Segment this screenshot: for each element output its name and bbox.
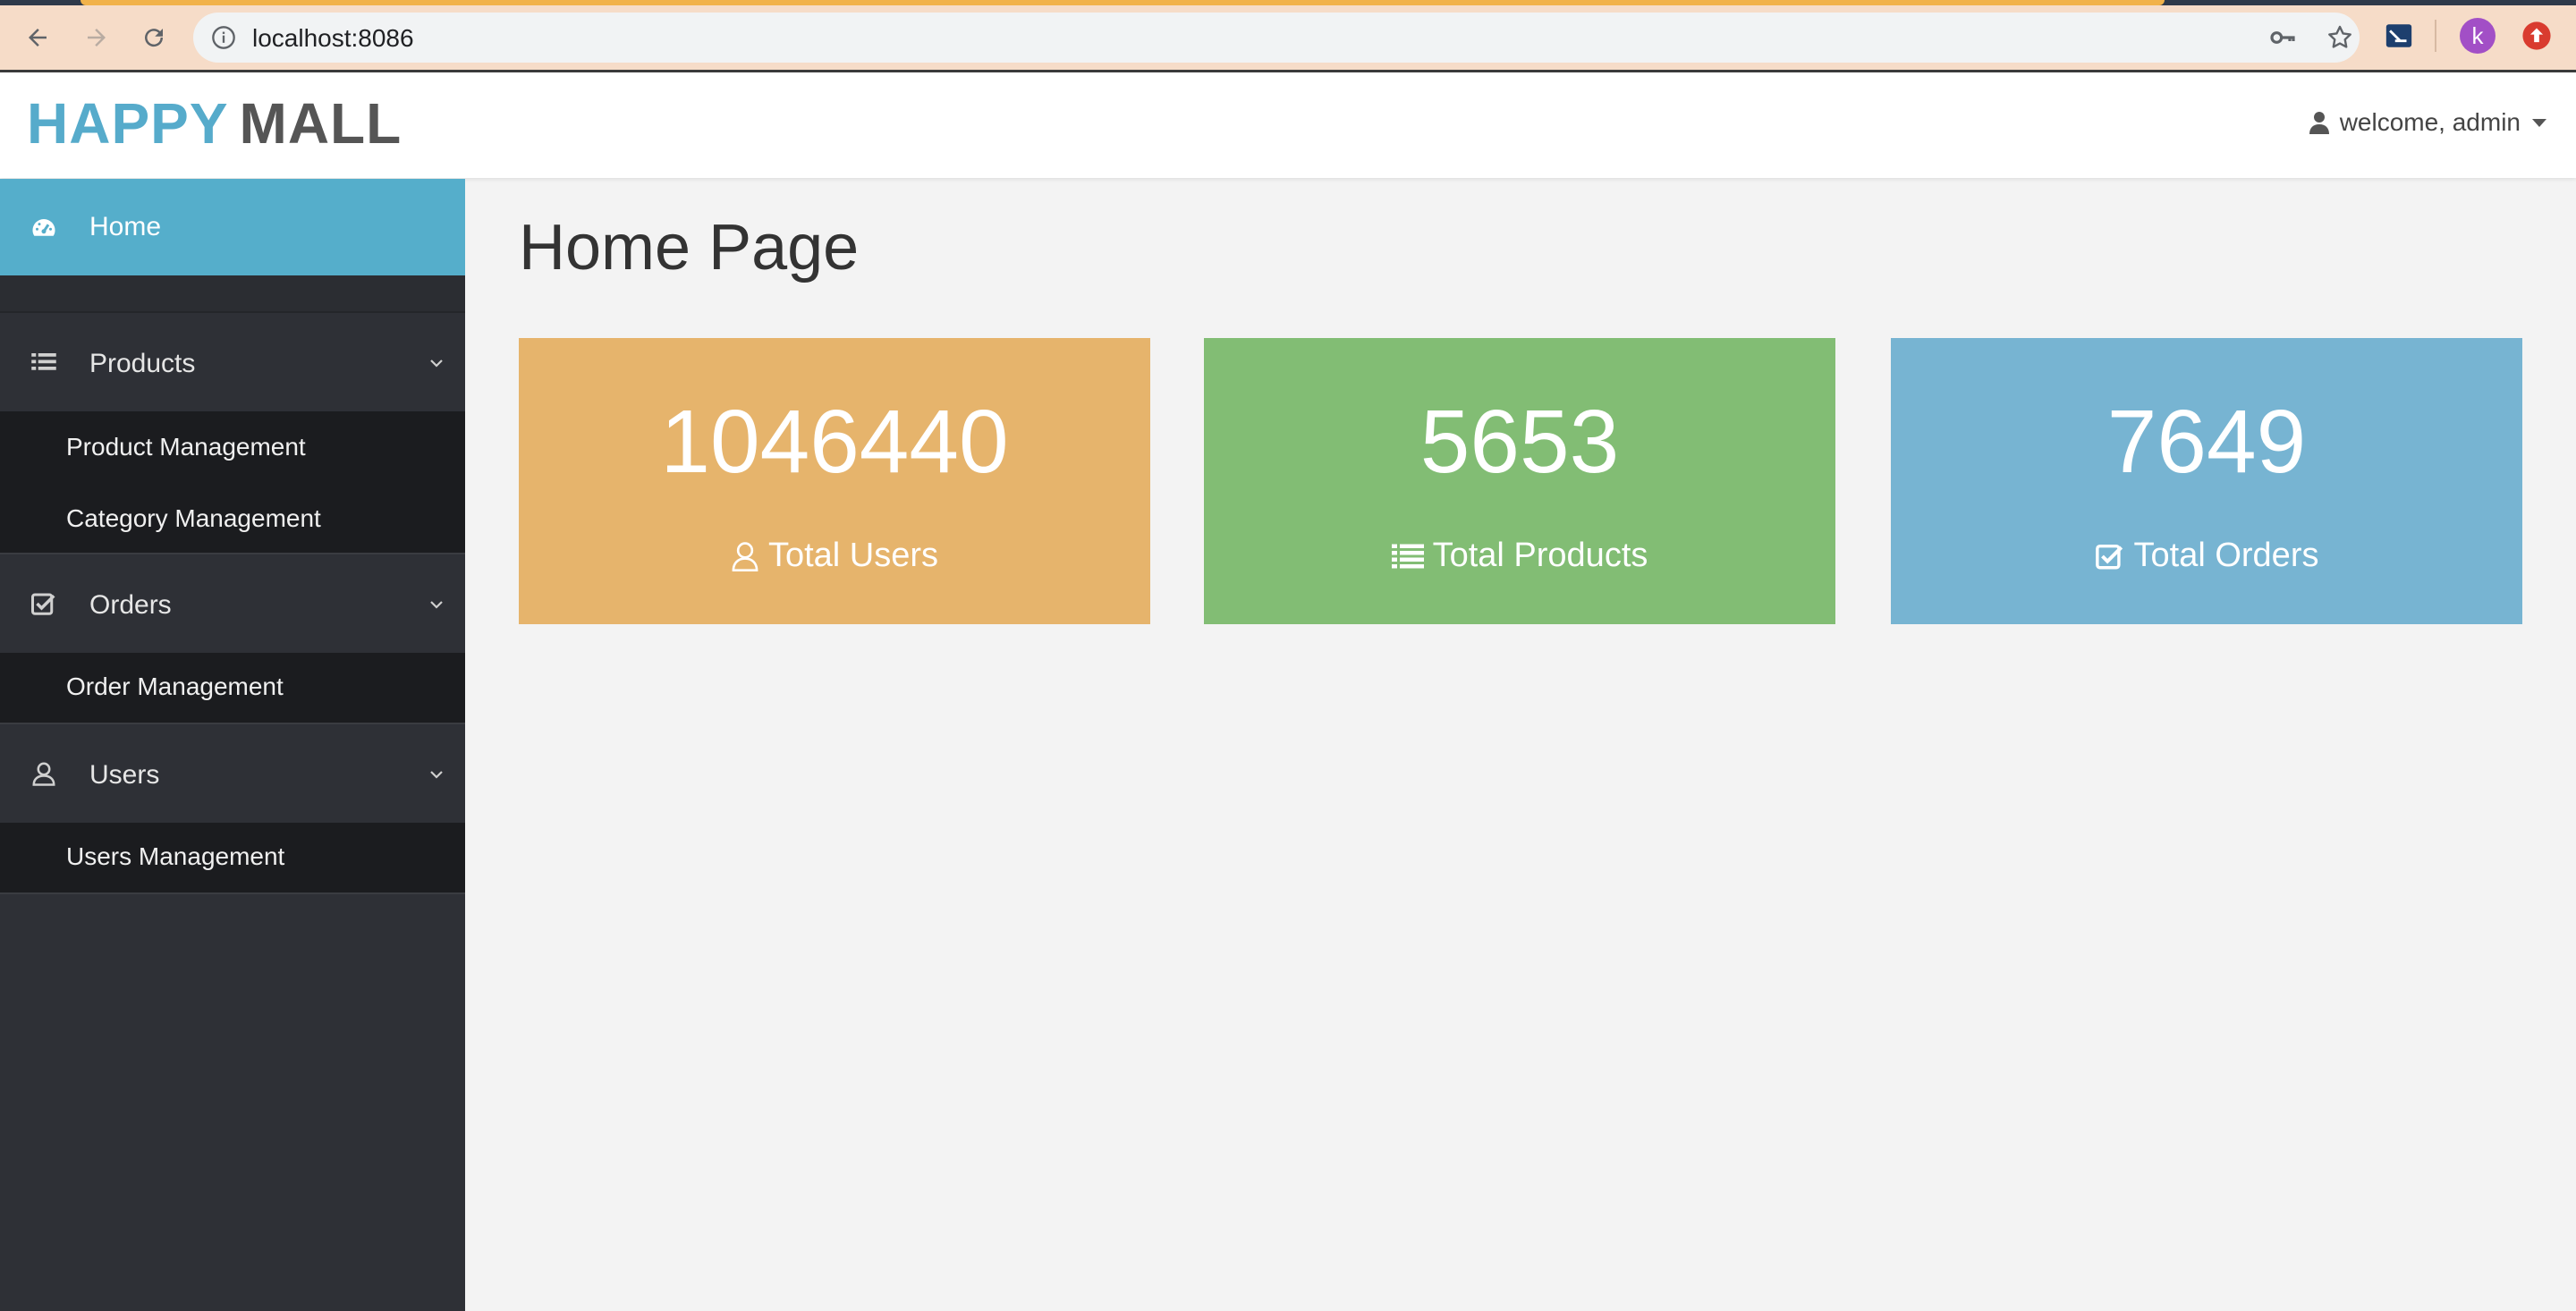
page-load-progress	[80, 0, 2165, 5]
extension-image-icon	[2385, 24, 2412, 47]
stat-label-orders-text: Total Orders	[2133, 537, 2319, 574]
profile-avatar[interactable]: k	[2460, 18, 2496, 54]
stat-card-products[interactable]: 5653 Total Products	[1204, 338, 1835, 624]
sidebar-item-orders-label: Orders	[89, 590, 172, 620]
list-icon	[31, 353, 56, 370]
page-load-indicator	[0, 0, 2576, 5]
arrow-left-icon	[29, 29, 47, 47]
sidebar-item-users-management[interactable]: Users Management	[66, 842, 284, 871]
user-dropdown[interactable]: welcome, admin	[2309, 108, 2547, 137]
user-icon	[732, 541, 758, 571]
sidebar-item-products[interactable]: Products	[0, 315, 465, 411]
caret-down-icon	[2532, 119, 2546, 127]
sidebar-item-users[interactable]: Users	[0, 726, 465, 823]
stat-label-users: Total Users	[519, 537, 1150, 575]
list-icon	[1391, 544, 1424, 568]
sidebar-item-users-label: Users	[89, 760, 160, 790]
user-greeting: welcome, admin	[2339, 108, 2521, 136]
stat-label-products-text: Total Products	[1432, 537, 1648, 574]
sidebar-item-orders[interactable]: Orders	[0, 556, 465, 653]
key-icon[interactable]	[2268, 23, 2297, 52]
users-submenu: Users Management	[0, 823, 465, 894]
chevron-down-icon	[430, 771, 443, 779]
address-bar[interactable]: localhost:8086	[193, 13, 2360, 63]
brand-logo[interactable]: HAPPY MALL	[27, 90, 402, 156]
stat-card-orders[interactable]: 7649 Total Orders	[1891, 338, 2522, 624]
products-submenu: Product Management Category Management	[0, 411, 465, 554]
chevron-down-icon	[430, 601, 443, 609]
reload-button[interactable]	[134, 18, 174, 57]
check-square-icon	[31, 593, 55, 615]
stat-value-orders: 7649	[2106, 392, 2307, 492]
back-button[interactable]	[18, 18, 57, 57]
toolbar-separator	[2435, 20, 2436, 52]
sidebar-item-category-management[interactable]: Category Management	[66, 504, 321, 533]
stat-label-orders: Total Orders	[1891, 537, 2522, 575]
orders-submenu: Order Management	[0, 653, 465, 724]
sidebar-item-product-management[interactable]: Product Management	[66, 433, 306, 461]
user-icon	[2309, 112, 2329, 134]
url-text[interactable]: localhost:8086	[252, 24, 414, 53]
extension-update-icon[interactable]	[2519, 18, 2555, 54]
check-square-icon	[2095, 544, 2123, 569]
info-icon[interactable]	[211, 25, 236, 50]
stat-card-users[interactable]: 1046440 Total Users	[519, 338, 1150, 624]
page-title: Home Page	[519, 212, 860, 283]
forward-button[interactable]	[77, 18, 116, 57]
browser-toolbar: localhost:8086 k	[0, 0, 2576, 72]
star-icon[interactable]	[2326, 23, 2354, 52]
stat-value-products: 5653	[1419, 392, 1620, 492]
sidebar: Home Products Product Management Categor…	[0, 179, 465, 1311]
arrow-right-icon	[88, 29, 106, 47]
sidebar-item-home[interactable]: Home	[0, 179, 465, 275]
stat-label-products: Total Products	[1204, 537, 1835, 575]
sidebar-item-home-label: Home	[89, 212, 162, 241]
sidebar-item-products-label: Products	[89, 349, 196, 378]
dashboard-icon	[32, 219, 55, 236]
app-header: HAPPY MALL welcome, admin	[0, 72, 2576, 178]
stat-value-users: 1046440	[660, 392, 1009, 492]
extension-screenshot-icon[interactable]	[2381, 18, 2417, 54]
sidebar-spacer	[0, 275, 465, 313]
reload-icon	[145, 29, 164, 47]
chevron-down-icon	[430, 359, 443, 368]
brand-happy: HAPPY	[27, 91, 229, 156]
sidebar-item-order-management[interactable]: Order Management	[66, 672, 284, 701]
stat-label-users-text: Total Users	[767, 537, 939, 574]
user-icon	[32, 762, 55, 786]
up-arrow-circle-icon	[2522, 21, 2551, 50]
brand-mall: MALL	[239, 91, 402, 156]
